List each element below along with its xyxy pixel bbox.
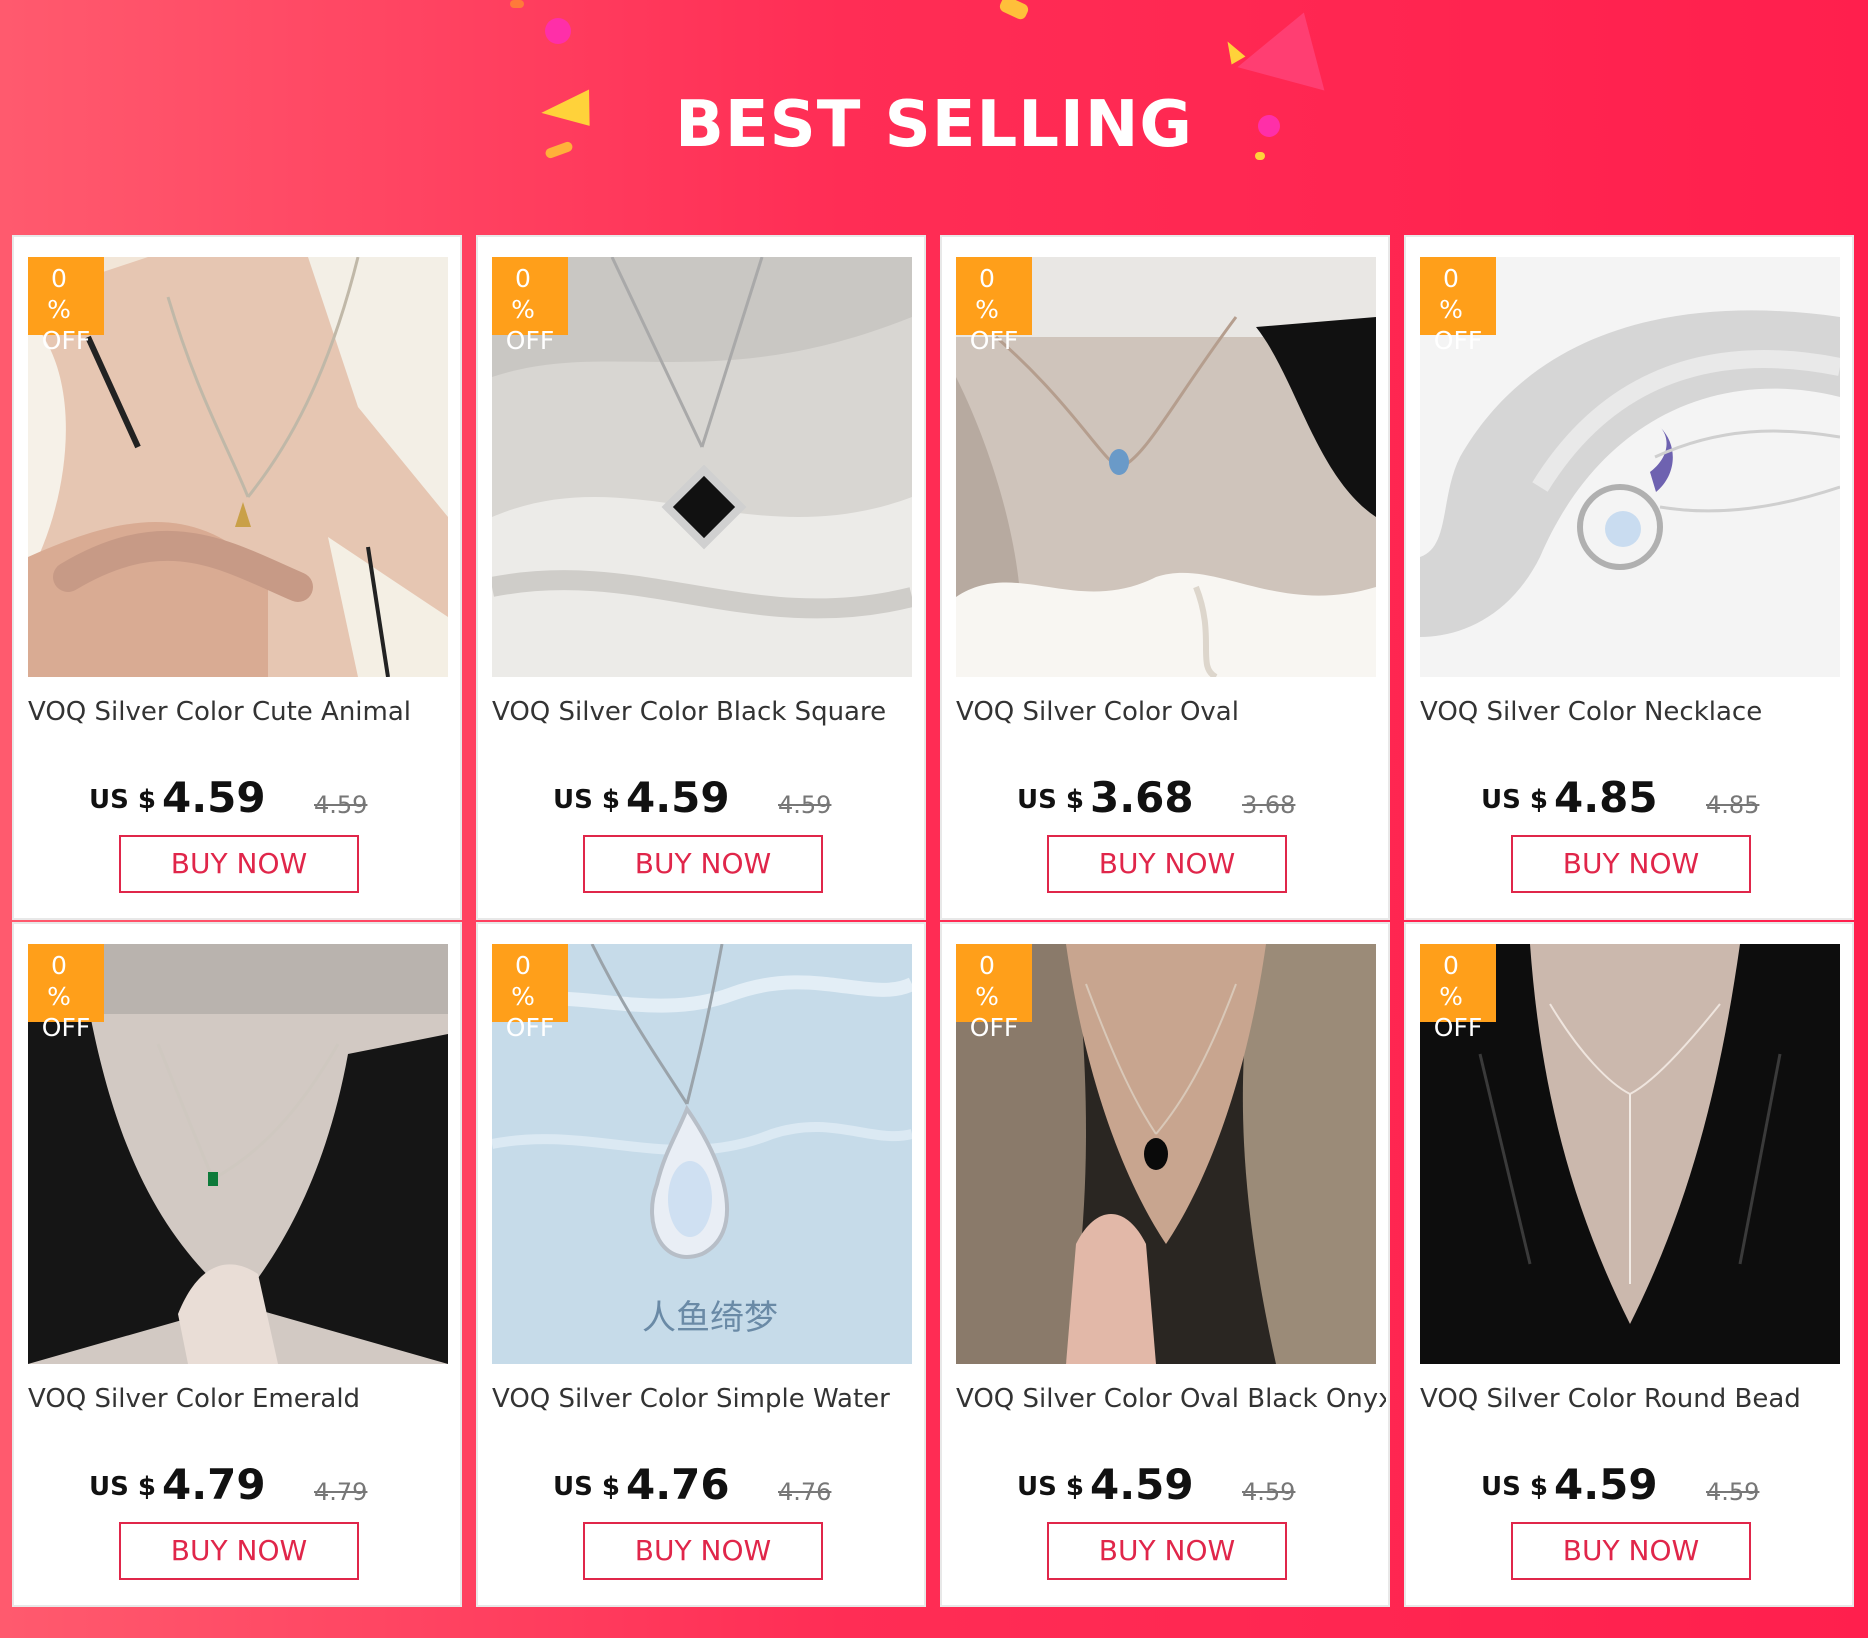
original-price: 4.76 (778, 1478, 832, 1506)
discount-badge: 0 % OFF (492, 944, 568, 1042)
product-card[interactable]: 0 % OFF VOQ Silver Color Black Square US… (476, 235, 926, 920)
product-title[interactable]: VOQ Silver Color Emerald (28, 1384, 458, 1414)
price-row: US $ 4.59 4.59 (942, 1454, 1392, 1514)
buy-now-button[interactable]: BUY NOW (583, 1522, 823, 1580)
product-card[interactable]: 0 % OFF VOQ Silver Color Necklace US $ 4… (1404, 235, 1854, 920)
product-image[interactable]: 人鱼绮梦 0 % OFF (492, 944, 912, 1364)
sale-price: 4.59 (162, 773, 266, 822)
price-row: US $ 4.79 4.79 (14, 1454, 464, 1514)
original-price: 4.85 (1706, 791, 1760, 819)
discount-percent: 0 % (511, 264, 549, 324)
image-caption: 人鱼绮梦 (642, 1298, 778, 1338)
currency-label: US $ (1017, 785, 1084, 815)
product-image[interactable]: 0 % OFF (492, 257, 912, 677)
price-row: US $ 4.59 4.59 (14, 767, 464, 827)
discount-percent: 0 % (47, 264, 85, 324)
buy-now-button[interactable]: BUY NOW (1047, 1522, 1287, 1580)
product-card[interactable]: 人鱼绮梦 0 % OFF VOQ Silver Color Simple Wat… (476, 922, 926, 1607)
original-price: 3.68 (1242, 791, 1296, 819)
original-price: 4.59 (778, 791, 832, 819)
currency-label: US $ (553, 1472, 620, 1502)
buy-now-button[interactable]: BUY NOW (1511, 835, 1751, 893)
buy-now-button[interactable]: BUY NOW (583, 835, 823, 893)
discount-off-label: OFF (505, 326, 555, 355)
price-row: US $ 4.59 4.59 (478, 767, 928, 827)
discount-percent: 0 % (975, 264, 1013, 324)
product-title[interactable]: VOQ Silver Color Necklace (1420, 697, 1850, 727)
product-image[interactable]: 0 % OFF (28, 257, 448, 677)
sale-price: 4.59 (1090, 1460, 1194, 1509)
product-image[interactable]: 0 % OFF (28, 944, 448, 1364)
sale-price: 4.76 (626, 1460, 730, 1509)
discount-percent: 0 % (975, 951, 1013, 1011)
price-row: US $ 4.85 4.85 (1406, 767, 1856, 827)
original-price: 4.59 (1706, 1478, 1760, 1506)
currency-label: US $ (1017, 1472, 1084, 1502)
discount-off-label: OFF (505, 1013, 555, 1042)
product-card[interactable]: 0 % OFF VOQ Silver Color Oval US $ 3.68 … (940, 235, 1390, 920)
product-title[interactable]: VOQ Silver Color Round Bead (1420, 1384, 1850, 1414)
confetti-shape (997, 0, 1031, 22)
product-image[interactable]: 0 % OFF (956, 257, 1376, 677)
discount-off-label: OFF (969, 1013, 1019, 1042)
discount-badge: 0 % OFF (28, 944, 104, 1042)
price-row: US $ 3.68 3.68 (942, 767, 1392, 827)
discount-badge: 0 % OFF (956, 944, 1032, 1042)
discount-off-label: OFF (41, 1013, 91, 1042)
price-row: US $ 4.76 4.76 (478, 1454, 928, 1514)
discount-off-label: OFF (41, 326, 91, 355)
confetti-dot (545, 18, 571, 44)
product-card[interactable]: 0 % OFF VOQ Silver Color Oval Black Onyx… (940, 922, 1390, 1607)
discount-badge: 0 % OFF (956, 257, 1032, 355)
discount-percent: 0 % (47, 951, 85, 1011)
discount-off-label: OFF (969, 326, 1019, 355)
discount-badge: 0 % OFF (492, 257, 568, 355)
currency-label: US $ (1481, 785, 1548, 815)
currency-label: US $ (553, 785, 620, 815)
page-title: BEST SELLING (675, 88, 1193, 162)
original-price: 4.59 (1242, 1478, 1296, 1506)
confetti-shape (1237, 0, 1343, 91)
discount-percent: 0 % (1439, 951, 1477, 1011)
confetti-shape (510, 0, 524, 8)
discount-off-label: OFF (1433, 326, 1483, 355)
sale-price: 4.59 (1554, 1460, 1658, 1509)
discount-percent: 0 % (511, 951, 549, 1011)
sale-price: 4.79 (162, 1460, 266, 1509)
discount-badge: 0 % OFF (1420, 257, 1496, 355)
product-title[interactable]: VOQ Silver Color Cute Animal (28, 697, 458, 727)
discount-percent: 0 % (1439, 264, 1477, 324)
price-row: US $ 4.59 4.59 (1406, 1454, 1856, 1514)
product-title[interactable]: VOQ Silver Color Black Square (492, 697, 922, 727)
discount-badge: 0 % OFF (1420, 944, 1496, 1042)
currency-label: US $ (1481, 1472, 1548, 1502)
buy-now-button[interactable]: BUY NOW (119, 1522, 359, 1580)
product-image[interactable]: 0 % OFF (1420, 257, 1840, 677)
product-title[interactable]: VOQ Silver Color Oval (956, 697, 1386, 727)
currency-label: US $ (89, 1472, 156, 1502)
product-image[interactable]: 0 % OFF (1420, 944, 1840, 1364)
sale-price: 3.68 (1090, 773, 1194, 822)
buy-now-button[interactable]: BUY NOW (119, 835, 359, 893)
product-card[interactable]: 0 % OFF VOQ Silver Color Cute Animal US … (12, 235, 462, 920)
discount-off-label: OFF (1433, 1013, 1483, 1042)
product-title[interactable]: VOQ Silver Color Oval Black Onyx (956, 1384, 1386, 1414)
sale-price: 4.85 (1554, 773, 1658, 822)
currency-label: US $ (89, 785, 156, 815)
buy-now-button[interactable]: BUY NOW (1047, 835, 1287, 893)
product-image[interactable]: 0 % OFF (956, 944, 1376, 1364)
product-title[interactable]: VOQ Silver Color Simple Water (492, 1384, 922, 1414)
best-selling-banner: BEST SELLING (0, 0, 1868, 235)
buy-now-button[interactable]: BUY NOW (1511, 1522, 1751, 1580)
original-price: 4.59 (314, 791, 368, 819)
product-card[interactable]: 0 % OFF VOQ Silver Color Emerald US $ 4.… (12, 922, 462, 1607)
product-card[interactable]: 0 % OFF VOQ Silver Color Round Bead US $… (1404, 922, 1854, 1607)
sale-price: 4.59 (626, 773, 730, 822)
discount-badge: 0 % OFF (28, 257, 104, 355)
original-price: 4.79 (314, 1478, 368, 1506)
